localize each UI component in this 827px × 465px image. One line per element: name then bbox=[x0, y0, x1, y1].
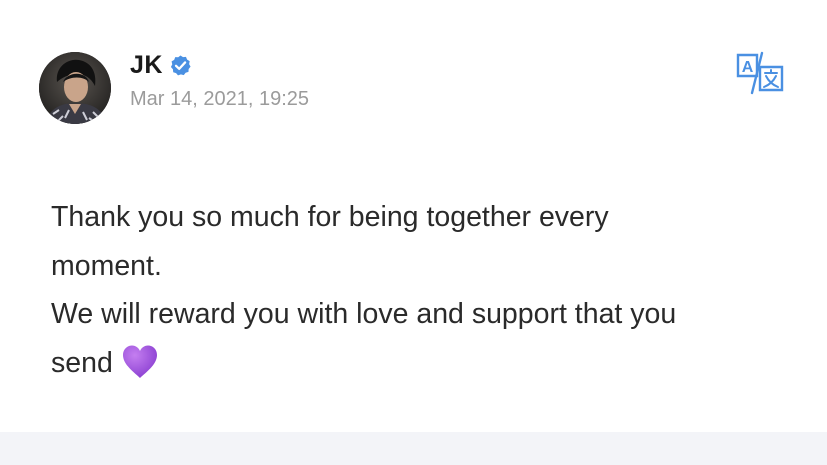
author-name-row: JK bbox=[130, 50, 192, 80]
post-page: JK Mar 14, 2021, 19:25 A Thank you so mu… bbox=[0, 0, 827, 465]
post-body: Thank you so much for being together eve… bbox=[51, 193, 791, 387]
translate-button[interactable]: A bbox=[735, 50, 785, 96]
post-line-text: send bbox=[51, 346, 113, 379]
author-name[interactable]: JK bbox=[130, 51, 163, 80]
post-line: Thank you so much for being together eve… bbox=[51, 201, 609, 233]
avatar-photo-icon bbox=[39, 52, 111, 124]
svg-text:A: A bbox=[742, 59, 754, 76]
post-line: We will reward you with love and support… bbox=[51, 298, 677, 330]
purple-heart-icon bbox=[121, 344, 159, 380]
verified-badge-icon bbox=[169, 54, 192, 77]
translate-icon: A bbox=[736, 51, 784, 95]
post-timestamp: Mar 14, 2021, 19:25 bbox=[130, 88, 310, 110]
post-line: moment. bbox=[51, 249, 162, 282]
post-card: JK Mar 14, 2021, 19:25 A Thank you so mu… bbox=[0, 0, 827, 414]
avatar[interactable] bbox=[39, 52, 111, 124]
post-line-last: send bbox=[51, 339, 791, 388]
bottom-bar bbox=[0, 432, 827, 465]
